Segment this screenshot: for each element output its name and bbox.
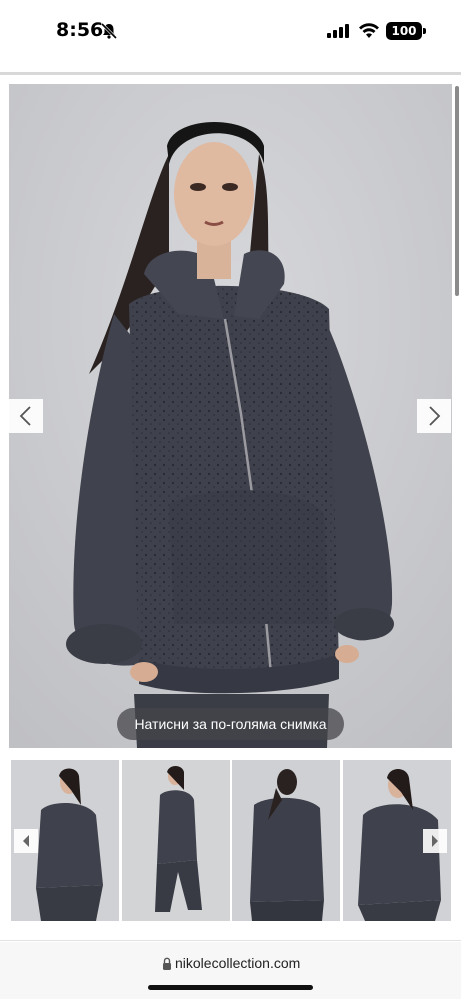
chevron-left-icon [23,835,29,847]
thumbnail-photo [122,760,230,921]
status-time: 8:56 [56,19,104,41]
wifi-icon [359,23,379,38]
url-text[interactable]: nikolecollection.com [175,955,300,971]
bell-off-icon [100,22,118,40]
battery-tip [423,28,426,34]
next-thumbnail-button[interactable] [423,829,447,853]
zoom-hint[interactable]: Натисни за по-голяма снимка [117,708,344,740]
main-product-image[interactable] [9,84,452,748]
thumbnail-2[interactable] [122,760,230,921]
prev-thumbnail-button[interactable] [14,829,38,853]
bottom-divider [0,940,461,941]
thumbnail-photo [232,760,340,921]
status-bar: 8:56 100 [0,0,461,62]
chevron-right-icon [432,835,438,847]
page-scrollbar[interactable] [455,86,459,296]
chevron-right-icon [429,406,441,426]
product-photo [9,84,452,748]
thumbnail-3[interactable] [232,760,340,921]
next-image-button[interactable] [417,399,451,433]
prev-image-button[interactable] [9,399,43,433]
chevron-left-icon [19,406,31,426]
lock-icon [163,957,171,970]
signal-icon [327,24,349,38]
top-divider [0,72,461,75]
home-indicator [148,985,313,990]
battery-icon: 100 [386,22,422,40]
thumbnail-strip [9,760,452,921]
